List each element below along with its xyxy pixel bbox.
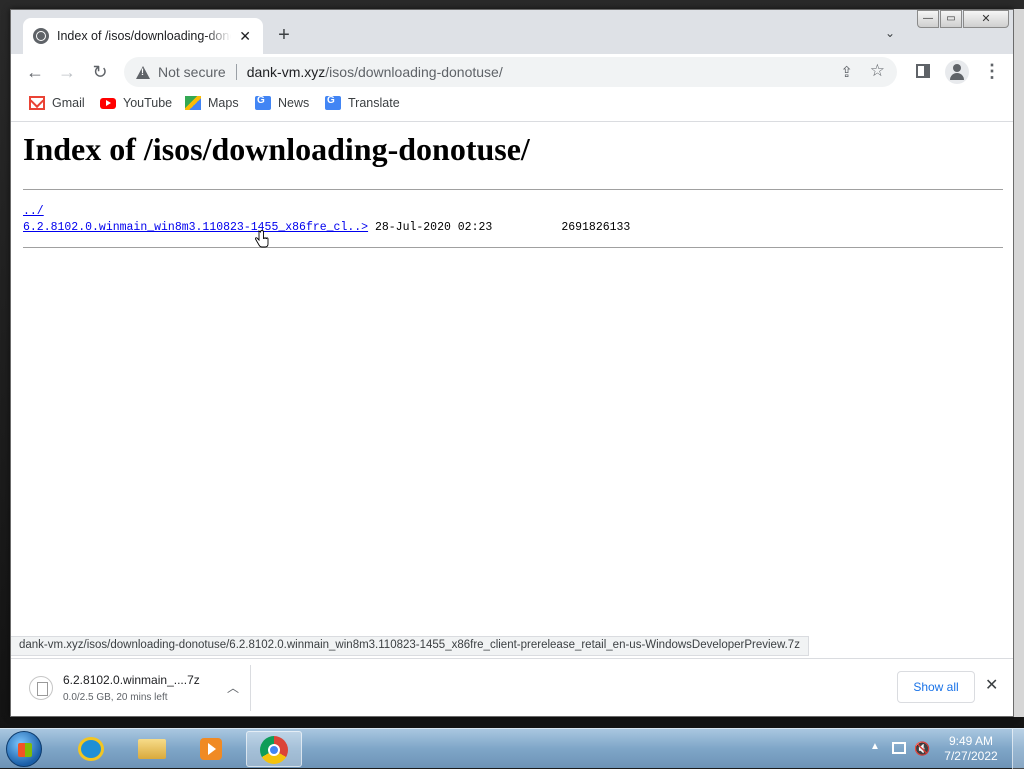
toolbar: ← → ↻ Not secure dank-vm.xyz/isos/downlo… xyxy=(11,54,1013,90)
tab-title: Index of /isos/downloading-donotuse/ xyxy=(57,29,231,43)
download-filename: 6.2.8102.0.winmain_....7z xyxy=(63,673,200,687)
bookmark-label: Translate xyxy=(348,96,400,110)
show-desktop-button[interactable] xyxy=(1012,729,1024,769)
background-window-edge xyxy=(1014,9,1024,717)
divider-bottom xyxy=(23,247,1003,248)
bookmark-label: YouTube xyxy=(123,96,173,110)
chrome-icon xyxy=(260,736,288,764)
bookmark-maps[interactable]: Maps xyxy=(185,96,239,110)
chevron-up-icon[interactable]: ︿ xyxy=(227,679,239,696)
divider-top xyxy=(23,189,1003,190)
warning-icon[interactable] xyxy=(136,65,150,79)
security-label[interactable]: Not secure xyxy=(158,64,226,80)
address-bar[interactable]: Not secure dank-vm.xyz/isos/downloading-… xyxy=(124,57,897,87)
download-status: 0.0/2.5 GB, 20 mins left xyxy=(63,692,168,703)
page-content: Index of /isos/downloading-donotuse/ ../… xyxy=(11,123,1013,633)
close-window-button[interactable]: ✕ xyxy=(963,10,1009,28)
file-explorer-icon xyxy=(138,739,166,759)
file-size: 2691826133 xyxy=(561,221,631,234)
bookmark-news[interactable]: News xyxy=(255,95,310,110)
media-player-icon xyxy=(200,738,222,760)
tray-expand-icon[interactable]: ▲ xyxy=(870,741,880,752)
bookmark-translate[interactable]: Translate xyxy=(325,95,400,110)
download-info: 6.2.8102.0.winmain_....7z 0.0/2.5 GB, 20… xyxy=(63,673,200,703)
bookmark-gmail[interactable]: Gmail xyxy=(29,96,85,110)
internet-explorer-icon xyxy=(78,737,104,761)
taskbar-file-explorer[interactable] xyxy=(124,731,180,767)
file-row: 6.2.8102.0.winmain_win8m3.110823-1455_x8… xyxy=(23,221,630,234)
taskbar: ▲ 🔇 9:49 AM 7/27/2022 xyxy=(0,728,1024,769)
gmail-icon xyxy=(29,96,45,110)
bookmark-label: News xyxy=(278,96,310,110)
globe-icon xyxy=(33,28,49,44)
maximize-button[interactable]: ▭ xyxy=(940,10,962,28)
status-bubble: dank-vm.xyz/isos/downloading-donotuse/6.… xyxy=(11,636,809,656)
taskbar-internet-explorer[interactable] xyxy=(64,731,120,767)
bookmark-label: Maps xyxy=(208,96,239,110)
tab-close-icon[interactable]: ✕ xyxy=(237,28,253,45)
tab-active[interactable]: Index of /isos/downloading-donotuse/ ✕ xyxy=(23,18,263,54)
page-title: Index of /isos/downloading-donotuse/ xyxy=(23,131,530,167)
profile-avatar-icon[interactable] xyxy=(945,60,969,84)
omnibox-divider xyxy=(235,64,237,80)
reload-icon[interactable]: ↻ xyxy=(88,60,112,84)
news-icon xyxy=(255,95,271,110)
show-all-button[interactable]: Show all xyxy=(897,671,975,703)
new-tab-button[interactable]: + xyxy=(273,24,295,46)
share-icon[interactable]: ⇪ xyxy=(840,63,853,81)
taskbar-chrome[interactable] xyxy=(246,731,302,767)
clock[interactable]: 9:49 AM 7/27/2022 xyxy=(936,734,1006,764)
clock-date: 7/27/2022 xyxy=(944,749,998,763)
network-icon[interactable] xyxy=(892,742,906,754)
maps-icon xyxy=(185,96,201,110)
forward-arrow-icon[interactable]: → xyxy=(55,60,79,84)
close-shelf-icon[interactable]: ✕ xyxy=(985,675,998,695)
clock-time: 9:49 AM xyxy=(948,734,994,748)
file-icon xyxy=(29,676,53,700)
translate-icon xyxy=(325,95,341,110)
file-link[interactable]: 6.2.8102.0.winmain_win8m3.110823-1455_x8… xyxy=(23,221,368,234)
taskbar-media-player[interactable] xyxy=(184,731,240,767)
download-shelf: 6.2.8102.0.winmain_....7z 0.0/2.5 GB, 20… xyxy=(11,658,1013,716)
download-item[interactable]: 6.2.8102.0.winmain_....7z 0.0/2.5 GB, 20… xyxy=(19,665,251,711)
volume-muted-icon[interactable]: 🔇 xyxy=(914,741,930,757)
file-date: 28-Jul-2020 02:23 xyxy=(374,221,493,234)
youtube-icon xyxy=(100,97,116,109)
parent-directory-link[interactable]: ../ xyxy=(23,205,44,218)
browser-window: Index of /isos/downloading-donotuse/ ✕ +… xyxy=(10,9,1014,717)
bookmark-youtube[interactable]: YouTube xyxy=(100,96,172,110)
bookmark-star-icon[interactable]: ☆ xyxy=(870,61,885,81)
tab-strip: Index of /isos/downloading-donotuse/ ✕ +… xyxy=(11,10,1013,54)
bookmark-label: Gmail xyxy=(52,96,85,110)
bookmarks-bar: Gmail YouTube Maps News Translate xyxy=(11,90,1013,122)
hand-cursor-icon xyxy=(255,230,269,248)
url-host[interactable]: dank-vm.xyz xyxy=(247,64,326,80)
back-arrow-icon[interactable]: ← xyxy=(23,60,47,84)
parent-directory-row: ../ xyxy=(23,205,44,218)
minimize-button[interactable]: — xyxy=(917,10,939,28)
side-panel-icon[interactable] xyxy=(916,64,930,78)
start-button[interactable] xyxy=(6,731,42,767)
url-path[interactable]: /isos/downloading-donotuse/ xyxy=(325,64,502,80)
kebab-menu-icon[interactable]: ⋮ xyxy=(983,60,1001,82)
tab-search-chevron-icon[interactable]: ⌄ xyxy=(885,26,895,40)
